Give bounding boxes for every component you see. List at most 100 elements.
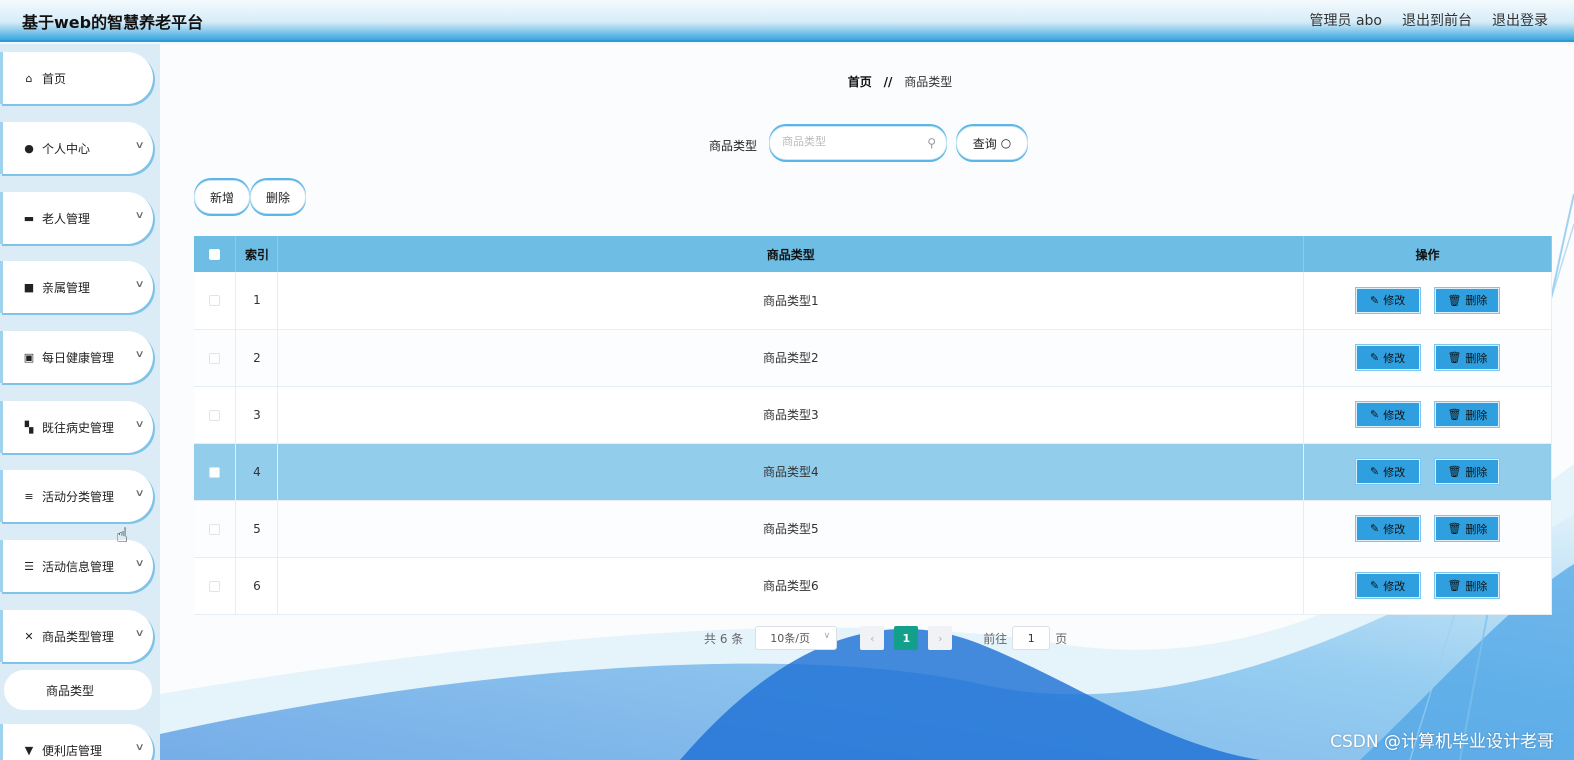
sidebar-item-activity-category[interactable]: ≡ 活动分类管理 ∨ [0,470,153,522]
delete-button[interactable]: 🗑 删除 [1434,515,1501,542]
column-header-type: 商品类型 [277,236,1305,272]
sidebar-item-relatives[interactable]: ■ 亲属管理 ∨ [0,261,153,313]
sidebar-item-product-type[interactable]: ✕ 商品类型管理 ∨ [0,610,153,662]
query-button[interactable]: 查询 ○ [956,126,1028,160]
sidebar-item-personal-center[interactable]: ● 个人中心 ∨ [0,122,153,174]
main-content: 首页 // 商品类型 商品类型 ⚲ 查询 ○ 新增 删除 索引 商品类型 操作 … [160,44,1574,760]
page-number-current[interactable]: 1 [894,626,919,650]
delete-button-label: 删除 [1465,408,1488,422]
table-row[interactable]: 2 商品类型2 ✎ 修改 🗑 删除 [194,329,1552,387]
row-checkbox[interactable] [209,352,221,364]
delete-button[interactable]: 🗑 删除 [1434,286,1501,314]
edit-button-label: 修改 [1383,408,1406,422]
next-page-button[interactable]: › [928,626,953,650]
cell-index: 1 [235,272,279,330]
edit-icon: ✎ [1370,351,1380,364]
goto-page-input[interactable]: 1 [1012,626,1051,650]
admin-user-label[interactable]: 管理员 abo [1310,10,1382,30]
sidebar-item-label: 商品类型管理 [42,629,115,644]
select-all-checkbox[interactable] [209,249,221,260]
app-title: 基于web的智慧养老平台 [22,13,204,32]
trash-icon: 🗑 [1447,408,1462,421]
cell-ops: ✎ 修改 🗑 删除 [1303,500,1552,558]
page-size-select[interactable]: 10条/页 ∨ [755,626,838,650]
breadcrumb-home[interactable]: 首页 [848,75,872,89]
sidebar-item-home[interactable]: ⌂ 首页 [0,52,153,104]
chevron-down-icon: ∨ [134,419,145,430]
table-row-highlighted[interactable]: 4 商品类型4 ✎ 修改 🗑 删除 [194,443,1552,501]
prev-page-button[interactable]: ‹ [860,626,885,650]
row-checkbox[interactable] [209,409,221,421]
sidebar-item-label: 老人管理 [42,211,91,226]
row-checkbox[interactable] [209,580,221,592]
row-checkbox-cell [194,386,237,444]
exit-to-front-link[interactable]: 退出到前台 [1402,10,1472,30]
edit-button-label: 修改 [1383,465,1406,479]
row-checkbox[interactable] [209,466,221,478]
delete-button-label: 删除 [1465,522,1488,536]
cell-ops: ✎ 修改 🗑 删除 [1303,272,1552,330]
product-type-table: 索引 商品类型 操作 1 商品类型1 ✎ 修改 🗑 删除 2 商品类型2 ✎ 修改 [194,236,1552,615]
cell-ops: ✎ 修改 🗑 删除 [1303,386,1552,444]
sidebar-item-activity-info[interactable]: ☰ 活动信息管理 ∨ [0,540,153,592]
table-row[interactable]: 1 商品类型1 ✎ 修改 🗑 删除 [194,272,1552,330]
cell-ops: ✎ 修改 🗑 删除 [1303,443,1552,501]
row-checkbox[interactable] [209,523,221,535]
edit-button-label: 修改 [1383,522,1406,536]
edit-button[interactable]: ✎ 修改 [1354,515,1421,542]
table-row[interactable]: 3 商品类型3 ✎ 修改 🗑 删除 [194,386,1552,444]
delete-button-label: 删除 [1465,465,1488,479]
cell-index: 2 [235,329,279,387]
cell-type: 商品类型1 [277,272,1305,330]
chevron-down-icon: ∨ [134,558,145,569]
delete-button[interactable]: 🗑 删除 [1434,458,1501,485]
search-input[interactable] [782,135,922,148]
sidebar: ⌂ 首页 ● 个人中心 ∨ ▬ 老人管理 ∨ ■ 亲属管理 ∨ ▣ 每日健康管理… [0,44,160,760]
delete-button[interactable]: 🗑 删除 [1434,344,1501,371]
sidebar-item-label: 个人中心 [42,141,91,156]
trash-icon: 🗑 [1447,522,1462,535]
batch-delete-button[interactable]: 删除 [250,180,306,214]
store-icon: ▼ [24,743,34,757]
select-all-cell [194,236,237,272]
edit-button[interactable]: ✎ 修改 [1354,286,1421,314]
row-checkbox[interactable] [209,295,221,307]
query-button-label: 查询 [972,136,997,151]
sidebar-item-elderly[interactable]: ▬ 老人管理 ∨ [0,192,153,244]
table-row[interactable]: 6 商品类型6 ✎ 修改 🗑 删除 [194,557,1552,615]
row-checkbox-cell [194,500,237,558]
delete-button[interactable]: 🗑 删除 [1434,572,1501,599]
delete-button-label: 删除 [1465,351,1488,365]
sidebar-item-daily-health[interactable]: ▣ 每日健康管理 ∨ [0,331,153,383]
edit-icon: ✎ [1370,465,1380,478]
pagination: 共 6 条 10条/页 ∨ ‹ 1 › 前往 1 页 [704,626,1067,650]
delete-button[interactable]: 🗑 删除 [1434,401,1501,428]
edit-button[interactable]: ✎ 修改 [1354,344,1421,371]
row-checkbox-cell [194,443,237,501]
submenu-item-product-type[interactable]: 商品类型 [4,670,152,710]
sidebar-item-convenience-store[interactable]: ▼ 便利店管理 ∨ [0,724,153,760]
search-icon: ○ [1000,136,1012,150]
edit-button[interactable]: ✎ 修改 [1354,572,1421,599]
column-header-index: 索引 [235,236,279,272]
sidebar-item-medical-history[interactable]: ▚ 既往病史管理 ∨ [0,401,153,453]
row-checkbox-cell [194,557,237,615]
chevron-down-icon: ∨ [823,631,831,641]
edit-icon: ✎ [1370,408,1380,421]
table-row[interactable]: 5 商品类型5 ✎ 修改 🗑 删除 [194,500,1552,558]
logout-link[interactable]: 退出登录 [1492,10,1548,30]
list-icon: ≡ [24,489,34,503]
chevron-down-icon: ∨ [134,140,145,151]
chevron-down-icon: ∨ [134,279,145,290]
edit-button[interactable]: ✎ 修改 [1354,401,1421,428]
pagination-total: 共 6 条 [704,631,744,646]
sidebar-item-label: 活动信息管理 [42,559,115,574]
chevron-left-icon: ‹ [870,631,875,645]
page-size-value: 10条/页 [770,632,810,645]
ticket-icon: ✕ [24,629,34,643]
chevron-down-icon: ∨ [134,210,145,221]
edit-button[interactable]: ✎ 修改 [1354,458,1421,485]
add-button[interactable]: 新增 [194,180,250,214]
edit-button-label: 修改 [1383,579,1406,593]
row-checkbox-cell [194,272,237,330]
